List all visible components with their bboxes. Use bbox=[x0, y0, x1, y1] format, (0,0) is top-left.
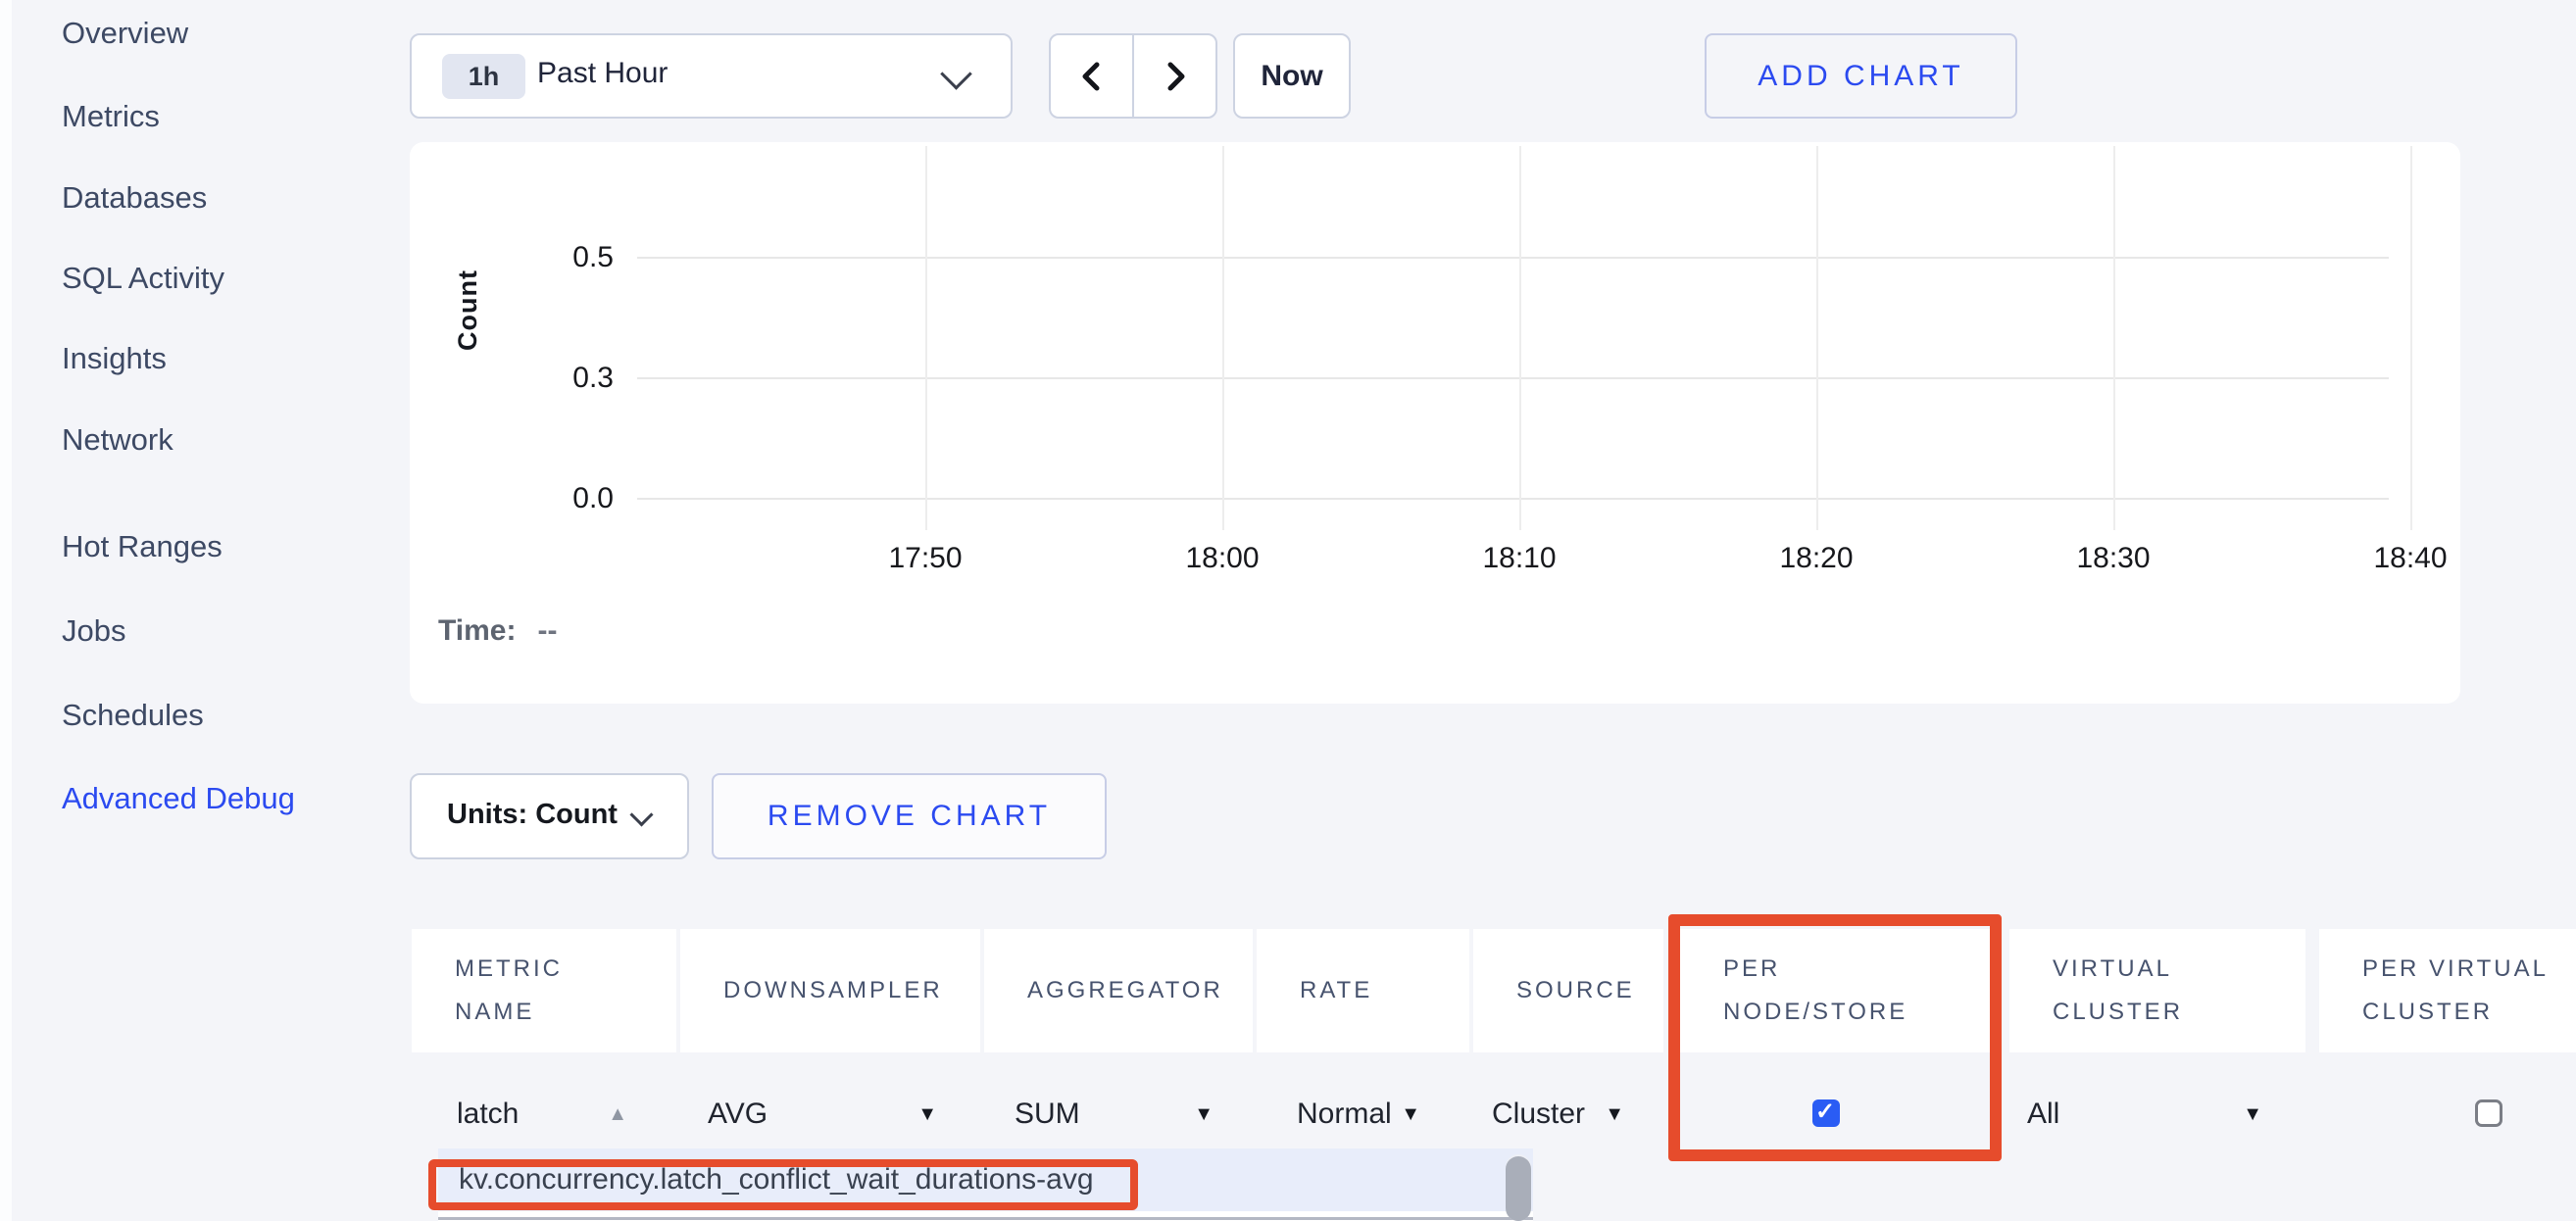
sidebar-item-hot-ranges[interactable]: Hot Ranges bbox=[62, 527, 223, 566]
y-tick-label: 0.5 bbox=[525, 237, 614, 278]
rate-select[interactable]: Normal ▼ bbox=[1297, 1091, 1420, 1138]
column-header-downsampler: DOWNSAMPLER bbox=[680, 929, 980, 1052]
column-header-metric-name: METRIC NAME bbox=[412, 929, 676, 1052]
x-tick-label: 18:40 bbox=[2332, 538, 2489, 579]
sidebar-item-network[interactable]: Network bbox=[62, 420, 173, 460]
x-gridline bbox=[1222, 146, 1224, 530]
column-header-virtual-cluster: VIRTUAL CLUSTER bbox=[2009, 929, 2305, 1052]
caret-down-icon: ▼ bbox=[1605, 1103, 1624, 1126]
metric-name-combobox[interactable]: latch ▲ bbox=[457, 1091, 627, 1138]
y-gridline bbox=[637, 498, 2389, 500]
timescale-dropdown[interactable]: 1h Past Hour bbox=[410, 33, 1013, 119]
sidebar-item-sql-activity[interactable]: SQL Activity bbox=[62, 259, 224, 298]
x-gridline bbox=[1816, 146, 1818, 530]
column-header-source: SOURCE bbox=[1473, 929, 1663, 1052]
downsampler-value: AVG bbox=[708, 1098, 768, 1131]
next-timescale-button[interactable] bbox=[1134, 35, 1215, 117]
hover-time-readout: Time: -- bbox=[438, 614, 557, 648]
y-axis-label: Count bbox=[453, 213, 488, 409]
sidebar-item-metrics[interactable]: Metrics bbox=[62, 97, 160, 136]
y-tick-label: 0.0 bbox=[525, 478, 614, 519]
column-header-aggregator: AGGREGATOR bbox=[984, 929, 1253, 1052]
timescale-label: Past Hour bbox=[537, 57, 668, 90]
sidebar-item-insights[interactable]: Insights bbox=[62, 339, 167, 378]
x-gridline bbox=[1519, 146, 1521, 530]
y-gridline bbox=[637, 377, 2389, 379]
metric-name-value: latch bbox=[457, 1098, 519, 1131]
caret-down-icon: ▼ bbox=[2243, 1103, 2262, 1126]
sidebar-item-jobs[interactable]: Jobs bbox=[62, 611, 125, 651]
chevron-left-icon bbox=[1075, 55, 1109, 98]
timescale-badge: 1h bbox=[442, 54, 525, 99]
now-button[interactable]: Now bbox=[1233, 33, 1351, 119]
units-label: Units: Count bbox=[447, 799, 618, 831]
scrollbar-thumb[interactable] bbox=[1506, 1156, 1531, 1221]
aggregator-select[interactable]: SUM ▼ bbox=[1015, 1091, 1214, 1138]
chevron-down-icon bbox=[940, 58, 972, 90]
x-tick-label: 18:10 bbox=[1441, 538, 1598, 579]
sidebar-item-advanced-debug[interactable]: Advanced Debug bbox=[62, 779, 295, 818]
column-header-per-virtual-cluster: PER VIRTUAL CLUSTER bbox=[2319, 929, 2576, 1052]
chevron-right-icon bbox=[1159, 55, 1192, 98]
downsampler-select[interactable]: AVG ▼ bbox=[708, 1091, 937, 1138]
y-gridline bbox=[637, 257, 2389, 259]
hover-time-value: -- bbox=[537, 614, 557, 647]
virtual-cluster-select[interactable]: All ▼ bbox=[2027, 1091, 2262, 1138]
units-dropdown[interactable]: Units: Count bbox=[410, 773, 689, 859]
hover-time-label: Time: bbox=[438, 614, 516, 647]
per-virtual-cluster-checkbox[interactable] bbox=[2475, 1099, 2502, 1127]
column-header-per-node-store: PER NODE/STORE bbox=[1680, 929, 1990, 1052]
remove-chart-button[interactable]: REMOVE CHART bbox=[712, 773, 1107, 859]
aggregator-value: SUM bbox=[1015, 1098, 1080, 1131]
suggestion-text: kv.concurrency.latch_conflict_wait_durat… bbox=[459, 1163, 1094, 1197]
chart-card: Count 0.5 0.3 0.0 17:50 18:00 18:10 18:20 18:30… bbox=[410, 142, 2460, 704]
x-tick-label: 18:30 bbox=[2035, 538, 2192, 579]
add-chart-button[interactable]: ADD CHART bbox=[1705, 33, 2017, 119]
y-tick-label: 0.3 bbox=[525, 358, 614, 399]
caret-up-icon: ▲ bbox=[608, 1103, 627, 1126]
source-select[interactable]: Cluster ▼ bbox=[1492, 1091, 1624, 1138]
sidebar-item-overview[interactable]: Overview bbox=[62, 14, 188, 53]
suggestion-divider bbox=[438, 1217, 1533, 1220]
prev-timescale-button[interactable] bbox=[1051, 35, 1134, 117]
rate-value: Normal bbox=[1297, 1098, 1392, 1131]
caret-down-icon: ▼ bbox=[1401, 1103, 1420, 1126]
source-value: Cluster bbox=[1492, 1098, 1585, 1131]
x-gridline bbox=[2113, 146, 2115, 530]
x-tick-label: 18:00 bbox=[1144, 538, 1301, 579]
x-tick-label: 17:50 bbox=[847, 538, 1004, 579]
x-tick-label: 18:20 bbox=[1738, 538, 1895, 579]
virtual-cluster-value: All bbox=[2027, 1098, 2059, 1131]
per-node-store-checkbox[interactable] bbox=[1812, 1099, 1840, 1127]
caret-down-icon: ▼ bbox=[1194, 1103, 1214, 1126]
window-edge bbox=[0, 0, 12, 1221]
sidebar-item-databases[interactable]: Databases bbox=[62, 178, 207, 218]
metric-suggestions-listbox: kv.concurrency.latch_conflict_wait_durat… bbox=[438, 1148, 1533, 1221]
suggestion-item[interactable]: kv.concurrency.latch_conflict_wait_durat… bbox=[438, 1148, 1533, 1211]
caret-down-icon: ▼ bbox=[917, 1103, 937, 1126]
advanced-debug-page: Overview Metrics Databases SQL Activity … bbox=[0, 0, 2576, 1221]
timescale-nav bbox=[1049, 33, 1217, 119]
x-gridline bbox=[925, 146, 927, 530]
x-gridline bbox=[2410, 146, 2412, 530]
sidebar-item-schedules[interactable]: Schedules bbox=[62, 696, 204, 735]
chevron-down-icon bbox=[629, 803, 653, 826]
column-header-rate: RATE bbox=[1257, 929, 1469, 1052]
